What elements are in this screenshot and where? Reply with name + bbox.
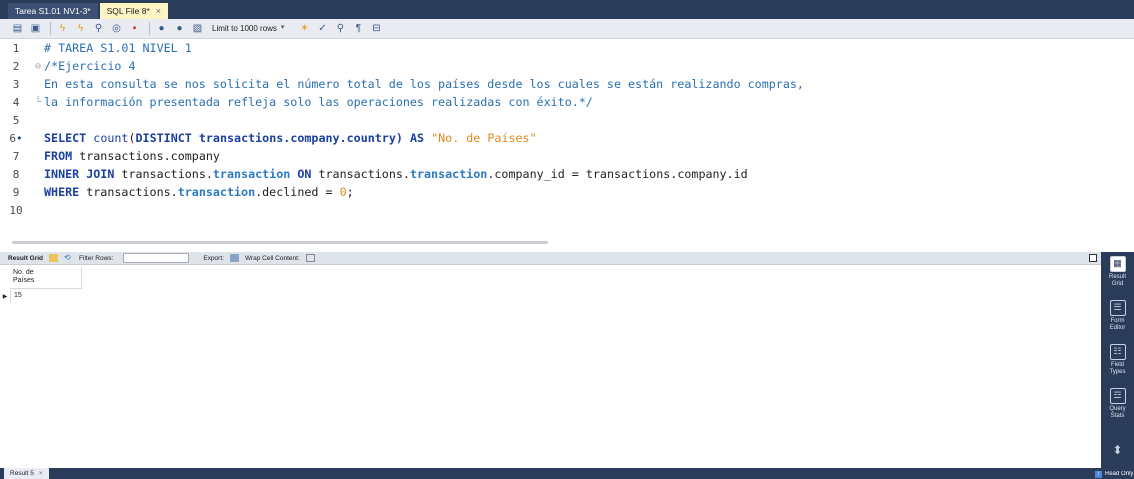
beautify-icon[interactable]: ✶ [297, 21, 312, 36]
chevron-up-down-icon: ⬍ [1112, 443, 1123, 457]
side-form-editor[interactable]: ☰ Form Editor [1101, 300, 1134, 332]
code-statement: INNER JOIN transactions.transaction ON t… [44, 167, 748, 181]
wrap-lines-icon[interactable]: ⊟ [369, 21, 384, 36]
autocommit-icon[interactable]: ▧ [190, 21, 205, 36]
code-line: 3 En esta consulta se nos solicita el nú… [0, 75, 1134, 93]
toggle-error-icon[interactable]: ▪ [127, 21, 142, 36]
code-line: 10 [0, 201, 1134, 219]
filter-rows-label: Filter Rows: [79, 254, 114, 262]
editor-tab-strip: Tarea S1.01 NV1-3* SQL File 8* × [0, 0, 1134, 19]
grid-toggle-icon[interactable] [49, 254, 59, 262]
line-number: 2 [12, 59, 20, 73]
code-statement: FROM transactions.company [44, 149, 220, 163]
filter-rows-input[interactable] [123, 253, 190, 263]
field-types-icon: ☷ [1109, 344, 1126, 360]
tab-tarea-s1-01[interactable]: Tarea S1.01 NV1-3* [8, 3, 98, 19]
export-label: Export: [203, 254, 224, 262]
tab-result-5[interactable]: Result 5 × [4, 468, 49, 479]
table-cell[interactable]: 15 [10, 290, 22, 302]
export-icon[interactable] [229, 254, 239, 262]
code-line: 4 └ la información presentada refleja so… [0, 93, 1134, 111]
result-grid-label: Result Grid [8, 254, 44, 262]
code-line: 2 ⊖ /*Ejercicio 4 [0, 57, 1134, 75]
stop-icon[interactable]: ◎ [109, 21, 124, 36]
code-comment: /*Ejercicio 4 [44, 59, 136, 73]
code-line: 6• SELECT count(DISTINCT transactions.co… [0, 129, 1134, 147]
line-number: 8 [12, 167, 20, 181]
side-query-stats[interactable]: ☲ Query Stats [1101, 388, 1134, 420]
toolbar-divider [149, 22, 150, 35]
save-file-icon[interactable]: ▣ [28, 21, 43, 36]
grid-icon: ▦ [1109, 256, 1126, 272]
code-statement: WHERE transactions.transaction.declined … [44, 185, 354, 199]
invisible-chars-icon[interactable]: ¶ [351, 21, 366, 36]
tab-label: SQL File 8* [106, 6, 150, 16]
results-panel: Result Grid ⟲ Filter Rows: Export: Wrap … [0, 252, 1101, 468]
find-icon[interactable]: ✓ [315, 21, 330, 36]
side-field-types[interactable]: ☷ Field Types [1101, 344, 1134, 376]
code-line: 7 FROM transactions.company [0, 147, 1134, 165]
line-number: 4 [12, 95, 20, 109]
explain-icon[interactable]: ⚲ [91, 21, 106, 36]
line-number: 3 [12, 77, 20, 91]
line-number: 1 [12, 41, 20, 55]
toggle-panel-icon[interactable] [1089, 254, 1097, 262]
open-file-icon[interactable]: ▤ [10, 21, 25, 36]
fold-icon[interactable]: ⊖ [32, 61, 44, 72]
code-line: 5 [0, 111, 1134, 129]
line-number: 6• [9, 131, 23, 145]
line-number: 10 [9, 203, 23, 217]
wrap-cell-content-label: Wrap Cell Content: [244, 254, 300, 262]
execute-statement-icon[interactable]: ϟ [73, 21, 88, 36]
sql-editor-toolbar: ▤ ▣ ϟ ϟ ⚲ ◎ ▪ ● ● ▧ Limit to 1000 rows ▾… [0, 19, 1134, 39]
code-line: 8 INNER JOIN transactions.transaction ON… [0, 165, 1134, 183]
execute-icon[interactable]: ϟ [55, 21, 70, 36]
close-icon[interactable]: × [39, 470, 43, 477]
sql-editor[interactable]: 1 # TAREA S1.01 NIVEL 1 2 ⊖ /*Ejercicio … [0, 39, 1134, 244]
tab-sql-file-8[interactable]: SQL File 8* × [99, 3, 169, 19]
results-toolbar: Result Grid ⟲ Filter Rows: Export: Wrap … [0, 252, 1101, 265]
code-comment: # TAREA S1.01 NIVEL 1 [44, 41, 192, 55]
line-number: 5 [12, 113, 20, 127]
chevron-down-icon[interactable]: ▾ [281, 23, 291, 35]
editor-horizontal-scrollbar[interactable] [12, 241, 548, 244]
read-only-indicator: i Read Only [1095, 469, 1133, 479]
code-line: 1 # TAREA S1.01 NIVEL 1 [0, 39, 1134, 57]
refresh-icon[interactable]: ⟲ [64, 254, 73, 262]
result-tabs-bar: Result 5 × [0, 468, 1101, 479]
tab-label: Tarea S1.01 NV1-3* [15, 6, 91, 16]
query-stats-icon: ☲ [1109, 388, 1126, 404]
rollback-icon[interactable]: ● [172, 21, 187, 36]
line-number: 9 [12, 185, 20, 199]
code-statement: SELECT count(DISTINCT transactions.compa… [44, 131, 537, 145]
close-tab-icon[interactable]: × [156, 6, 161, 16]
result-side-panel: ▦ Result Grid ☰ Form Editor ☷ Field Types ☲… [1101, 252, 1134, 479]
commit-icon[interactable]: ● [154, 21, 169, 36]
code-comment: la información presentada refleja solo l… [44, 95, 593, 109]
wrap-cell-icon[interactable] [305, 254, 315, 262]
side-panel-scroll[interactable]: ⬍ [1101, 444, 1134, 462]
code-comment: En esta consulta se nos solicita el núme… [44, 77, 804, 91]
code-line: 9 WHERE transactions.transaction.decline… [0, 183, 1134, 201]
row-pointer-icon: ▶ [2, 293, 8, 300]
side-result-grid[interactable]: ▦ Result Grid [1101, 256, 1134, 288]
search-icon[interactable]: ⚲ [333, 21, 348, 36]
limit-rows-select[interactable]: Limit to 1000 rows [212, 24, 277, 33]
toolbar-divider [50, 22, 51, 35]
line-number: 7 [12, 149, 20, 163]
info-icon: i [1095, 470, 1102, 478]
exec-marker: • [16, 131, 23, 145]
column-header-no-de-paises[interactable]: No. de Países [10, 267, 82, 289]
form-icon: ☰ [1109, 300, 1126, 316]
table-row[interactable]: ▶ 15 [0, 290, 84, 302]
